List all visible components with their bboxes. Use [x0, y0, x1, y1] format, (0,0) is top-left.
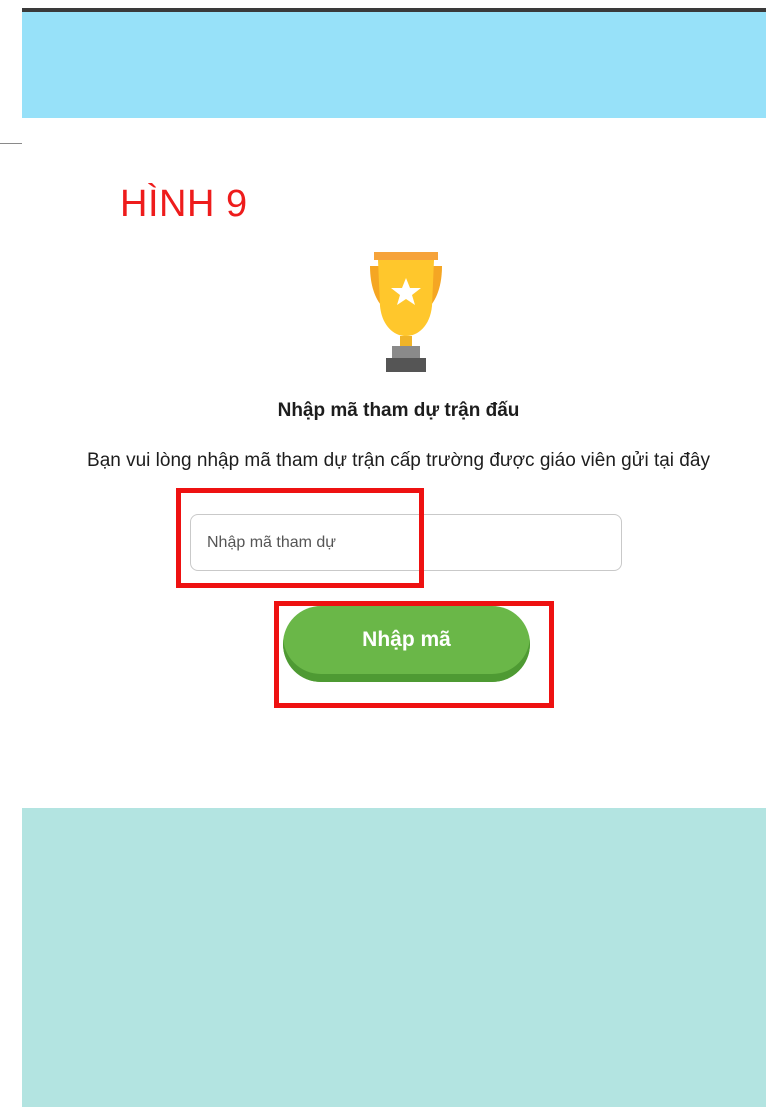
figure-caption: HÌNH 9 [120, 183, 248, 225]
submit-code-button[interactable]: Nhập mã [283, 606, 530, 682]
bottom-panel [22, 808, 766, 1107]
code-input[interactable] [190, 514, 622, 571]
top-banner [22, 12, 766, 118]
page-title: Nhập mã tham dự trận đấu [277, 400, 520, 421]
instruction-text: Bạn vui lòng nhập mã tham dự trận cấp tr… [87, 450, 710, 471]
divider [0, 143, 22, 144]
trophy-icon [370, 252, 442, 372]
